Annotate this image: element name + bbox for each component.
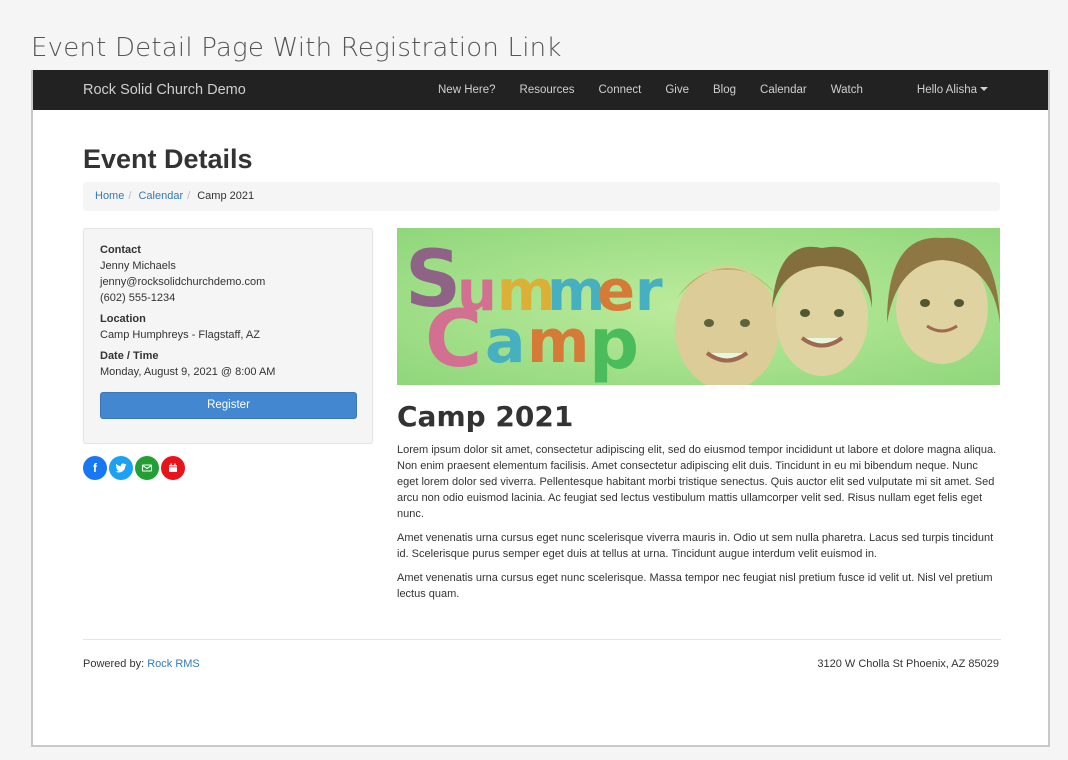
contact-phone: (602) 555-1234 [100,292,176,304]
nav-item-blog[interactable]: Blog [713,84,736,96]
screenshot-caption: Event Detail Page With Registration Link [31,33,562,63]
user-menu[interactable]: Hello Alisha [917,70,988,110]
contact-email: jenny@rocksolidchurchdemo.com [100,276,266,288]
nav-item-give[interactable]: Give [665,84,689,96]
description-paragraph: Amet venenatis urna cursus eget nunc sce… [397,532,994,560]
location-label: Location [100,313,146,325]
calendar-icon[interactable] [161,456,185,480]
breadcrumb-separator: / [128,190,132,202]
powered-by: Powered by: Rock RMS [83,658,200,670]
event-info-panel: Contact Jenny Michaels jenny@rocksolidch… [83,228,373,444]
footer-address: 3120 W Cholla St Phoenix, AZ 85029 [817,658,999,670]
breadcrumb-calendar[interactable]: Calendar [138,190,183,202]
location-value: Camp Humphreys - Flagstaff, AZ [100,329,260,341]
email-icon[interactable] [135,456,159,480]
powered-by-prefix: Powered by: [83,658,148,670]
description-paragraph: Lorem ipsum dolor sit amet, consectetur … [397,444,997,520]
rock-rms-link[interactable]: Rock RMS [147,658,200,670]
event-banner-image: S u m m e r C a m p [397,228,1000,385]
twitter-icon[interactable] [109,456,133,480]
caret-down-icon [980,86,988,91]
nav-item-connect[interactable]: Connect [599,84,642,96]
main-nav: New Here? Resources Connect Give Blog Ca… [438,70,887,110]
nav-item-new-here[interactable]: New Here? [438,84,496,96]
browser-frame: Rock Solid Church Demo New Here? Resourc… [31,70,1050,747]
location-group: Location Camp Humphreys - Flagstaff, AZ [100,313,356,343]
event-description: Lorem ipsum dolor sit amet, consectetur … [397,442,1002,610]
nav-item-calendar[interactable]: Calendar [760,84,807,96]
nav-item-watch[interactable]: Watch [831,84,863,96]
contact-name: Jenny Michaels [100,260,176,272]
site-brand[interactable]: Rock Solid Church Demo [83,70,246,110]
top-navbar: Rock Solid Church Demo New Here? Resourc… [33,70,1048,110]
breadcrumb: Home / Calendar / Camp 2021 [83,182,1000,211]
breadcrumb-current: Camp 2021 [197,190,255,202]
nav-item-resources[interactable]: Resources [520,84,575,96]
facebook-icon[interactable]: f [83,456,107,480]
breadcrumb-home[interactable]: Home [95,190,124,202]
share-buttons: f [83,456,187,480]
page-title: Event Details [83,144,253,174]
datetime-label: Date / Time [100,350,159,362]
breadcrumb-separator: / [187,190,191,202]
contact-group: Contact Jenny Michaels jenny@rocksolidch… [100,244,356,306]
user-greeting: Hello Alisha [916,84,977,96]
summer-camp-artwork: S u m m e r C a m p [397,228,1000,385]
register-button[interactable]: Register [100,392,357,419]
event-title: Camp 2021 [397,400,574,433]
contact-label: Contact [100,244,141,256]
datetime-value: Monday, August 9, 2021 @ 8:00 AM [100,366,276,378]
datetime-group: Date / Time Monday, August 9, 2021 @ 8:0… [100,350,356,380]
footer-divider [83,639,1001,640]
description-paragraph: Amet venenatis urna cursus eget nunc sce… [397,572,993,600]
